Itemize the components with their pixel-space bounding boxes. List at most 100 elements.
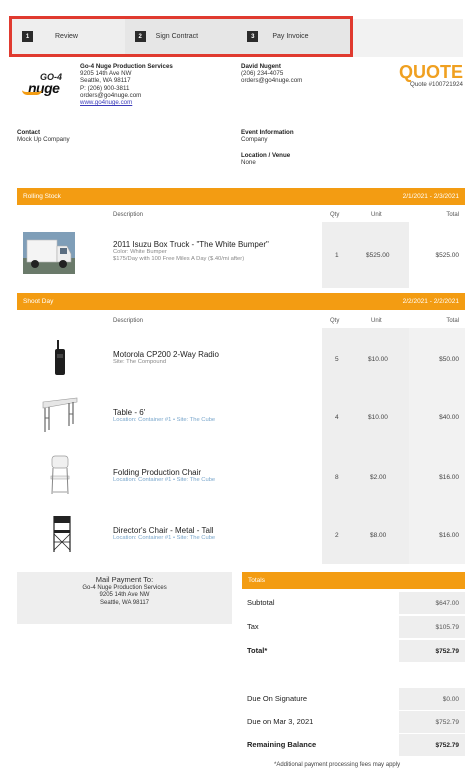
item-qty: 1 — [335, 252, 339, 259]
col-unit: Unit — [371, 212, 382, 218]
step-number: 2 — [134, 31, 146, 42]
folding-chair-image — [49, 454, 71, 496]
step-review[interactable]: 1 Review — [12, 19, 125, 54]
total-value: $752.79 — [399, 640, 465, 662]
radio-image — [53, 340, 67, 376]
totals-header: Totals — [242, 572, 465, 589]
due-date-value: $752.79 — [399, 711, 465, 733]
mail-payment-box: Mail Payment To: Go-4 Nuge Production Se… — [17, 572, 232, 624]
client-info: David Nugent (206) 234-4075 orders@go4nu… — [241, 63, 361, 85]
step-sign-contract[interactable]: 2 Sign Contract — [124, 19, 238, 54]
item-qty: 8 — [335, 474, 339, 481]
client-phone: (206) 234-4075 — [241, 70, 284, 78]
item-qty: 5 — [335, 356, 339, 363]
total-row: Total* $752.79 — [242, 640, 465, 662]
line-item: 2011 Isuzu Box Truck - "The White Bumper… — [17, 222, 465, 288]
logo-swoosh-icon — [22, 90, 42, 95]
due-signature-label: Due On Signature — [247, 694, 308, 703]
event-info-block: Event Information Company — [241, 129, 294, 143]
mail-title: Mail Payment To: — [95, 575, 154, 584]
item-detail: $175/Day with 100 Free Miles A Day ($.40… — [113, 256, 245, 262]
item-total: $40.00 — [439, 414, 459, 421]
mail-line: Go-4 Nuge Production Services — [82, 584, 167, 591]
section-dates: 2/1/2021 - 2/3/2021 — [402, 193, 459, 200]
quote-number: Quote #100721924 — [410, 81, 463, 88]
item-qty: 2 — [335, 532, 339, 539]
col-total: Total — [446, 318, 459, 324]
vendor-address1: 9205 14th Ave NW — [80, 70, 132, 78]
remaining-value: $752.79 — [399, 734, 465, 756]
table-image — [39, 396, 81, 436]
section-dates: 2/2/2021 - 2/2/2021 — [402, 298, 459, 305]
due-signature-value: $0.00 — [399, 688, 465, 710]
item-unit: $2.00 — [370, 474, 387, 481]
directors-chair-image — [51, 514, 73, 554]
section-name: Shoot Day — [23, 298, 54, 305]
item-total: $16.00 — [439, 474, 459, 481]
item-total: $525.00 — [435, 252, 460, 259]
item-detail: Location: Container #1 • Site: The Cube — [113, 477, 216, 483]
item-detail: Color: White Bumper — [113, 249, 167, 255]
vendor-address2: Seattle, WA 98117 — [80, 77, 131, 85]
mail-line: Seattle, WA 98117 — [99, 599, 150, 606]
client-email: orders@go4nuge.com — [241, 77, 303, 85]
event-info-value: Company — [241, 136, 268, 144]
item-unit: $10.00 — [368, 356, 388, 363]
contact-label: Contact — [17, 129, 41, 136]
col-description: Description — [113, 212, 144, 218]
footnote: *Additional payment processing fees may … — [274, 762, 401, 768]
item-unit: $10.00 — [368, 414, 388, 421]
steps-bar-filler — [353, 19, 463, 57]
item-title: Folding Production Chair — [113, 468, 202, 477]
step-label: Review — [55, 33, 78, 40]
vendor-website-link[interactable]: www.go4nuge.com — [80, 99, 230, 106]
vendor-email: orders@go4nuge.com — [80, 91, 142, 99]
step-label: Sign Contract — [155, 33, 199, 40]
subtotal-label: Subtotal — [247, 598, 275, 607]
item-detail: Site: The Compound — [113, 359, 167, 365]
remaining-label: Remaining Balance — [247, 740, 317, 749]
event-info-label: Event Information — [241, 129, 294, 136]
total-label: Total* — [247, 646, 268, 655]
item-title: Table - 6' — [113, 408, 146, 417]
step-label: Pay Invoice — [272, 33, 309, 40]
subtotal-row: Subtotal $647.00 — [242, 592, 465, 614]
tax-row: Tax $105.79 — [242, 616, 465, 638]
company-logo: GO-4 nuge — [22, 72, 70, 98]
item-qty: 4 — [335, 414, 339, 421]
item-description: Folding Production Chair Location: Conta… — [113, 468, 318, 484]
item-description: 2011 Isuzu Box Truck - "The White Bumper… — [113, 240, 318, 263]
item-total: $16.00 — [439, 532, 459, 539]
col-unit: Unit — [371, 318, 382, 324]
line-item: Folding Production Chair Location: Conta… — [17, 450, 465, 506]
col-description: Description — [113, 318, 144, 324]
item-unit: $8.00 — [370, 532, 387, 539]
remaining-balance-row: Remaining Balance $752.79 — [242, 734, 465, 756]
item-detail: Location: Container #1 • Site: The Cube — [113, 535, 216, 541]
subtotal-value: $647.00 — [399, 592, 465, 614]
item-title: Motorola CP200 2-Way Radio — [113, 350, 219, 359]
item-title: Director's Chair - Metal - Tall — [113, 526, 214, 535]
col-qty: Qty — [330, 318, 340, 324]
location-value: None — [241, 159, 256, 167]
column-headers: Description Qty Unit Total — [17, 314, 465, 328]
client-name: David Nugent — [241, 63, 281, 70]
vendor-name: Go-4 Nuge Production Services — [80, 63, 173, 70]
line-item: Motorola CP200 2-Way Radio Site: The Com… — [17, 330, 465, 386]
section-header-shoot-day: Shoot Day 2/2/2021 - 2/2/2021 — [17, 293, 465, 310]
location-label: Location / Venue — [241, 152, 291, 159]
box-truck-image — [23, 232, 75, 274]
item-description: Director's Chair - Metal - Tall Location… — [113, 526, 318, 542]
section-header-rolling-stock: Rolling Stock 2/1/2021 - 2/3/2021 — [17, 188, 465, 205]
mail-line: 9205 14th Ave NW — [99, 592, 150, 598]
item-total: $50.00 — [439, 356, 459, 363]
line-item: Director's Chair - Metal - Tall Location… — [17, 508, 465, 564]
item-description: Table - 6' Location: Container #1 • Site… — [113, 408, 318, 424]
vendor-info: Go-4 Nuge Production Services 9205 14th … — [80, 63, 230, 106]
due-date-row: Due on Mar 3, 2021 $752.79 — [242, 711, 465, 733]
step-pay-invoice[interactable]: 3 Pay Invoice — [237, 19, 351, 54]
location-block: Location / Venue None — [241, 152, 290, 166]
col-total: Total — [446, 212, 459, 218]
step-number: 3 — [247, 31, 259, 42]
tax-value: $105.79 — [399, 616, 465, 638]
